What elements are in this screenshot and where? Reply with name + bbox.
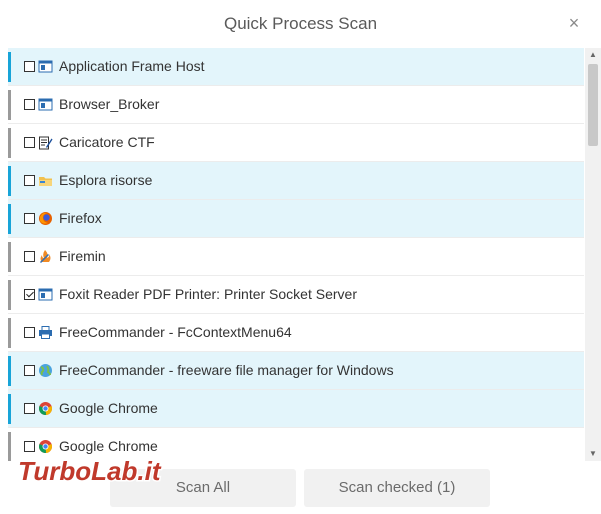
process-name: Application Frame Host [59, 58, 205, 74]
process-checkbox[interactable] [24, 213, 35, 224]
process-checkbox[interactable] [24, 175, 35, 186]
process-checkbox[interactable] [24, 137, 35, 148]
dialog-footer: Scan All Scan checked (1) [0, 461, 601, 514]
process-checkbox[interactable] [24, 327, 35, 338]
row-status-bar [8, 128, 11, 158]
process-checkbox[interactable] [24, 365, 35, 376]
scan-checked-button[interactable]: Scan checked (1) [304, 469, 490, 507]
scroll-down-arrow[interactable]: ▼ [585, 447, 601, 461]
process-name: Foxit Reader PDF Printer: Printer Socket… [59, 286, 357, 302]
scan-all-button[interactable]: Scan All [110, 469, 296, 507]
process-name: Google Chrome [59, 438, 158, 454]
row-status-bar [8, 432, 11, 461]
firemin-icon [38, 249, 53, 264]
scroll-up-arrow[interactable]: ▲ [585, 48, 601, 62]
notepad-pencil-icon [38, 135, 53, 150]
row-status-bar [8, 90, 11, 120]
process-row[interactable]: Browser_Broker [8, 86, 584, 124]
row-status-bar [8, 52, 11, 82]
row-status-bar [8, 166, 11, 196]
process-name: Firemin [59, 248, 106, 264]
dialog-title: Quick Process Scan [223, 14, 378, 33]
process-name: FreeCommander - FcContextMenu64 [59, 324, 292, 340]
process-row[interactable]: FreeCommander - freeware file manager fo… [8, 352, 584, 390]
process-row[interactable]: Firemin [8, 238, 584, 276]
app-window-icon [38, 59, 53, 74]
process-row[interactable]: FreeCommander - FcContextMenu64 [8, 314, 584, 352]
process-checkbox[interactable] [24, 441, 35, 452]
process-row[interactable]: Caricatore CTF [8, 124, 584, 162]
dialog-header: Quick Process Scan × [0, 0, 601, 48]
close-icon[interactable]: × [565, 12, 583, 34]
row-status-bar [8, 394, 11, 424]
process-row[interactable]: Esplora risorse [8, 162, 584, 200]
process-checkbox[interactable] [24, 289, 35, 300]
scrollbar-thumb[interactable] [588, 64, 598, 146]
globe-icon [38, 363, 53, 378]
printer-icon [38, 325, 53, 340]
process-name: Esplora risorse [59, 172, 153, 188]
app-window-icon [38, 97, 53, 112]
row-status-bar [8, 318, 11, 348]
process-name: Browser_Broker [59, 96, 160, 112]
process-name: Caricatore CTF [59, 134, 155, 150]
process-name: Google Chrome [59, 400, 158, 416]
vertical-scrollbar[interactable]: ▲ ▼ [585, 48, 601, 461]
process-row[interactable]: Foxit Reader PDF Printer: Printer Socket… [8, 276, 584, 314]
process-row[interactable]: Firefox [8, 200, 584, 238]
process-checkbox[interactable] [24, 251, 35, 262]
row-status-bar [8, 242, 11, 272]
process-name: Firefox [59, 210, 102, 226]
firefox-icon [38, 211, 53, 226]
row-status-bar [8, 356, 11, 386]
process-row[interactable]: Google Chrome [8, 428, 584, 461]
process-row[interactable]: Application Frame Host [8, 48, 584, 86]
process-name: FreeCommander - freeware file manager fo… [59, 362, 394, 378]
process-checkbox[interactable] [24, 61, 35, 72]
folder-icon [38, 173, 53, 188]
process-list: Application Frame Host Browser_Broker Cari… [8, 48, 584, 461]
app-window-icon [38, 287, 53, 302]
row-status-bar [8, 204, 11, 234]
chrome-icon [38, 439, 53, 454]
row-status-bar [8, 280, 11, 310]
process-checkbox[interactable] [24, 99, 35, 110]
process-row[interactable]: Google Chrome [8, 390, 584, 428]
process-checkbox[interactable] [24, 403, 35, 414]
chrome-icon [38, 401, 53, 416]
